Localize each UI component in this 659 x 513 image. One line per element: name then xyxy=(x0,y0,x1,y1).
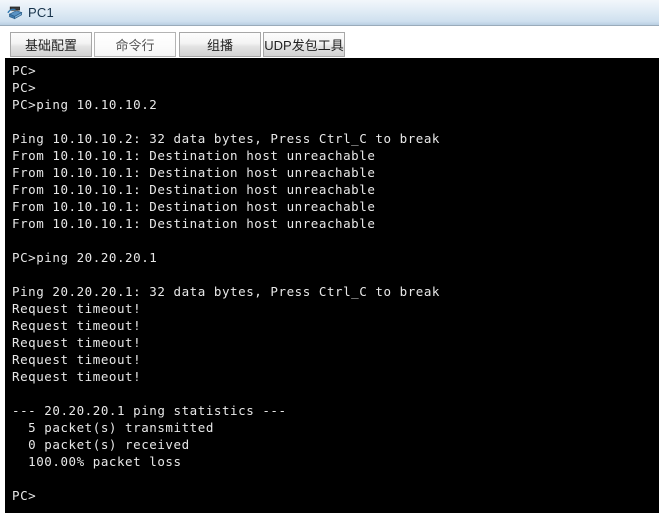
terminal-line: From 10.10.10.1: Destination host unreac… xyxy=(12,165,376,180)
terminal-line: PC>ping 10.10.10.2 xyxy=(12,97,158,112)
terminal-line: PC> xyxy=(12,63,37,78)
terminal-line: Ping 20.20.20.1: 32 data bytes, Press Ct… xyxy=(12,284,441,299)
tab-udp-packet-tool-label: UDP发包工具 xyxy=(264,38,344,53)
terminal-line: PC> xyxy=(12,488,37,503)
terminal-line: From 10.10.10.1: Destination host unreac… xyxy=(12,199,376,214)
terminal-line: Request timeout! xyxy=(12,369,142,384)
terminal-line: From 10.10.10.1: Destination host unreac… xyxy=(12,216,376,231)
terminal-line: 100.00% packet loss xyxy=(12,454,182,469)
tab-command-line[interactable]: 命令行 xyxy=(94,32,176,57)
terminal-line: PC> xyxy=(12,80,37,95)
terminal-line: 5 packet(s) transmitted xyxy=(12,420,214,435)
terminal-line: Request timeout! xyxy=(12,352,142,367)
terminal-line: --- 20.20.20.1 ping statistics --- xyxy=(12,403,287,418)
terminal-line: 0 packet(s) received xyxy=(12,437,190,452)
pc-host-icon xyxy=(7,6,23,19)
tab-multicast-label: 组播 xyxy=(206,38,233,53)
tab-bar: 基础配置 命令行 组播 UDP发包工具 xyxy=(0,27,659,58)
terminal-line: Request timeout! xyxy=(12,301,142,316)
window-title: PC1 xyxy=(28,4,54,20)
terminal-line: From 10.10.10.1: Destination host unreac… xyxy=(12,182,376,197)
terminal-line: From 10.10.10.1: Destination host unreac… xyxy=(12,148,376,163)
terminal-line: PC>ping 20.20.20.1 xyxy=(12,250,158,265)
tab-udp-packet-tool[interactable]: UDP发包工具 xyxy=(263,32,345,57)
console-panel: PC> PC> PC>ping 10.10.10.2 Ping 10.10.10.2… xyxy=(0,58,659,513)
tab-basic-config-label: 基础配置 xyxy=(24,38,77,53)
terminal-line: Request timeout! xyxy=(12,318,142,333)
pc1-window: PC1 基础配置 命令行 组播 UDP发包工具 PC> PC> PC>ping 10… xyxy=(0,0,659,513)
terminal-line: Request timeout! xyxy=(12,335,142,350)
terminal-line: Ping 10.10.10.2: 32 data bytes, Press Ct… xyxy=(12,131,441,146)
tab-command-line-label: 命令行 xyxy=(115,38,155,53)
window-titlebar: PC1 xyxy=(0,0,659,26)
tab-basic-config[interactable]: 基础配置 xyxy=(10,32,92,57)
command-line-terminal[interactable]: PC> PC> PC>ping 10.10.10.2 Ping 10.10.10.2… xyxy=(5,58,659,513)
tab-multicast[interactable]: 组播 xyxy=(179,32,261,57)
